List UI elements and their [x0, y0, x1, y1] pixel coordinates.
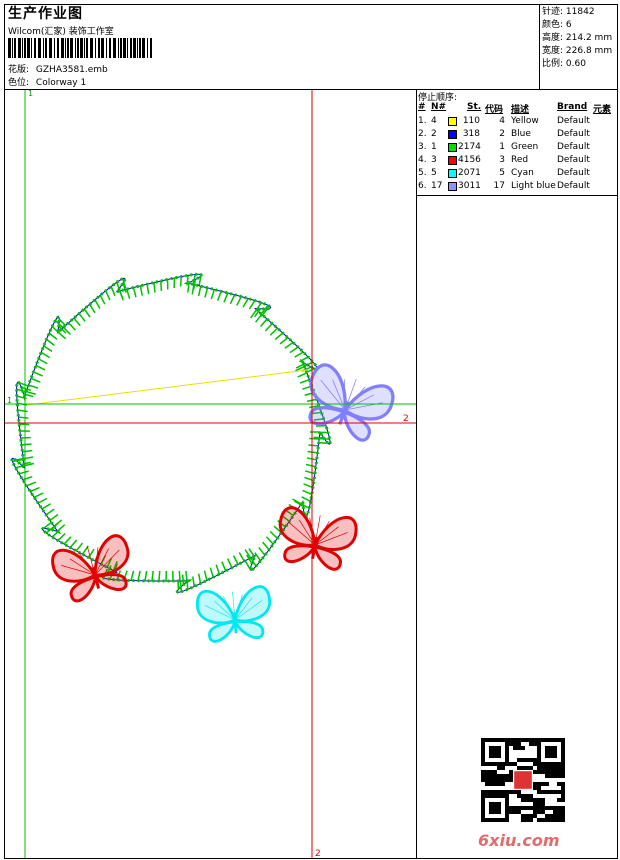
- color-swatch: [448, 169, 457, 178]
- watermark-logo: 6xiu.com: [478, 831, 560, 850]
- row-stitches: 318: [462, 129, 480, 139]
- row-needle: 3: [431, 155, 437, 165]
- color-swatch: [448, 117, 457, 126]
- row-brand: Default: [557, 116, 590, 126]
- row-code: 5: [499, 168, 505, 178]
- row-index: 4.: [418, 155, 427, 165]
- scalloped-wreath: [10, 272, 332, 594]
- butterfly: [51, 534, 130, 603]
- qr-code: [481, 738, 565, 822]
- color-swatch: [448, 143, 457, 152]
- row-description: Cyan: [511, 168, 534, 178]
- row-code: 3: [499, 155, 505, 165]
- row-index: 3.: [418, 142, 427, 152]
- color-swatch: [448, 156, 457, 165]
- stat-height: 高度: 214.2 mm: [542, 33, 613, 43]
- row-brand: Default: [557, 181, 590, 191]
- design-label: 花版:: [8, 65, 30, 75]
- row-description: Light blue: [511, 181, 556, 191]
- row-brand: Default: [557, 168, 590, 178]
- row-brand: Default: [557, 129, 590, 139]
- studio-name: Wilcom(汇家) 装饰工作室: [8, 27, 114, 37]
- sequence-row: 3. 1 2174 1 Green Default: [418, 141, 616, 154]
- row-index: 5.: [418, 168, 427, 178]
- sequence-row: 2. 2 318 2 Blue Default: [418, 128, 616, 141]
- colorway-label: 色位:: [8, 78, 30, 88]
- page-title: 生产作业图: [8, 6, 83, 22]
- row-code: 1: [499, 142, 505, 152]
- row-needle: 1: [431, 142, 437, 152]
- sequence-row: 1. 4 110 4 Yellow Default: [418, 115, 616, 128]
- row-stitches: 4156: [458, 155, 481, 165]
- row-index: 2.: [418, 129, 427, 139]
- row-code: 4: [499, 116, 505, 126]
- butterfly: [278, 506, 358, 571]
- sequence-row: 4. 3 4156 3 Red Default: [418, 154, 616, 167]
- design-row: 花版: GZHA3581.emb: [8, 62, 108, 75]
- row-code: 2: [499, 129, 505, 139]
- row-stitches: 2174: [458, 142, 481, 152]
- guide-label-h2: 2: [403, 414, 409, 424]
- sequence-row: 5. 5 2071 5 Cyan Default: [418, 167, 616, 180]
- colorway-row: 色位: Colorway 1: [8, 75, 86, 88]
- design-value: GZHA3581.emb: [35, 65, 108, 75]
- row-description: Yellow: [511, 116, 539, 126]
- row-description: Green: [511, 142, 539, 152]
- stat-width: 宽度: 226.8 mm: [542, 46, 613, 56]
- color-swatch: [448, 182, 457, 191]
- color-swatch: [448, 130, 457, 139]
- row-stitches: 3011: [458, 181, 481, 191]
- colorway-value: Colorway 1: [35, 78, 87, 88]
- row-description: Red: [511, 155, 529, 165]
- row-code: 17: [493, 181, 505, 191]
- guide-label-h1: 1: [7, 396, 12, 405]
- sequence-row: 6. 17 3011 17 Light blue Default: [418, 180, 616, 193]
- sequence-header: # N# St. 代码 描述 Brand 元素: [418, 102, 612, 115]
- stat-colors: 颜色: 6: [542, 20, 572, 30]
- yellow-travel-line: [26, 369, 308, 406]
- row-index: 6.: [418, 181, 427, 191]
- row-brand: Default: [557, 155, 590, 165]
- embroidery-canvas: 1 1 2 2: [5, 90, 416, 858]
- guide-label-v2: 2: [315, 849, 321, 858]
- row-needle: 4: [431, 116, 437, 126]
- row-description: Blue: [511, 129, 531, 139]
- row-brand: Default: [557, 142, 590, 152]
- guide-label-v1: 1: [28, 90, 33, 98]
- row-stitches: 110: [462, 116, 480, 126]
- row-needle: 2: [431, 129, 437, 139]
- row-index: 1.: [418, 116, 427, 126]
- stat-scale: 比例: 0.60: [542, 59, 586, 69]
- stat-stitches: 针迹: 11842: [542, 7, 595, 17]
- stats-list: 针迹: 11842 颜色: 6 高度: 214.2 mm 宽度: 226.8 m…: [542, 6, 612, 71]
- sequence-rows: 1. 4 110 4 Yellow Default 2. 2 318 2 Blue Default 3.…: [418, 115, 616, 193]
- barcode: [8, 38, 152, 58]
- row-needle: 5: [431, 168, 437, 178]
- butterfly: [196, 585, 272, 643]
- row-needle: 17: [431, 181, 443, 191]
- row-stitches: 2071: [458, 168, 481, 178]
